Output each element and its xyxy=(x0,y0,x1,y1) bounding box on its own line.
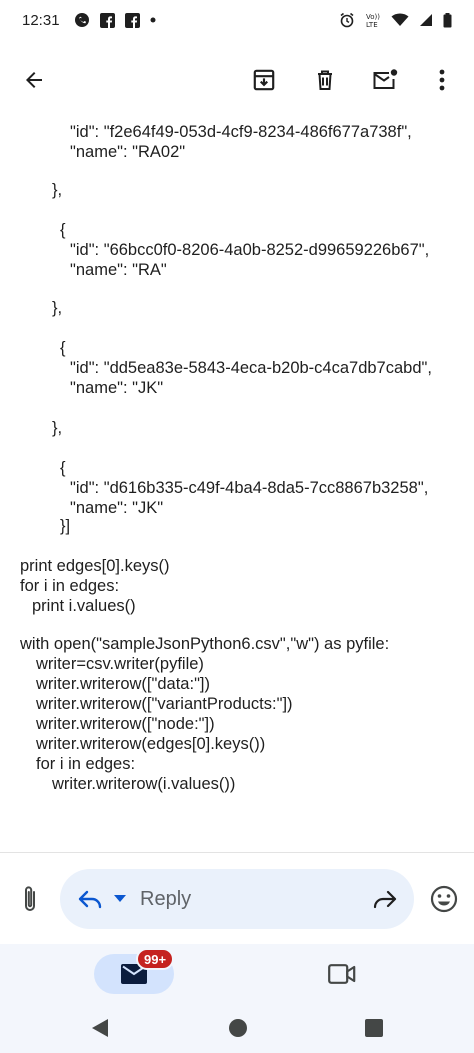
code-line: "name": "JK" xyxy=(70,379,164,397)
code-line: with open("sampleJsonPython6.csv","w") a… xyxy=(20,635,390,653)
facebook-icon xyxy=(99,12,115,28)
code-line: "id": "f2e64f49-053d-4cf9-8234-486f677a7… xyxy=(70,123,412,141)
code-line: "name": "RA" xyxy=(70,261,167,279)
code-line: "id": "66bcc0f0-8206-4a0b-8252-d99659226… xyxy=(70,241,430,259)
reply-options-button[interactable] xyxy=(112,887,128,911)
code-line: writer.writerow(edges[0].keys()) xyxy=(36,735,266,753)
smiley-icon xyxy=(430,885,458,913)
archive-button[interactable] xyxy=(242,58,286,102)
attach-button[interactable] xyxy=(14,879,46,919)
reply-icon xyxy=(78,890,102,909)
caret-down-icon xyxy=(114,895,126,902)
reply-label: Reply xyxy=(140,888,192,910)
system-home-button[interactable] xyxy=(226,1016,250,1040)
volte-icon: Vo)) LTE xyxy=(365,11,381,29)
status-right: Vo)) LTE xyxy=(339,11,452,29)
code-line: writer.writerow(["node:"]) xyxy=(36,715,215,733)
forward-icon xyxy=(373,890,397,909)
triangle-back-icon xyxy=(92,1019,108,1037)
code-line: }, xyxy=(52,419,63,437)
system-recents-button[interactable] xyxy=(362,1016,386,1040)
email-body: "id": "f2e64f49-053d-4cf9-8234-486f677a7… xyxy=(0,120,474,850)
code-line: print edges[0].keys() xyxy=(20,557,170,575)
archive-icon xyxy=(253,69,275,91)
code-line: "id": "dd5ea83e-5843-4eca-b20b-c4ca7db7c… xyxy=(70,359,432,377)
paperclip-icon xyxy=(25,886,35,911)
code-line: writer.writerow(["data:"]) xyxy=(36,675,210,693)
code-line: "name": "RA02" xyxy=(70,143,186,161)
code-line: for i in edges: xyxy=(36,755,136,773)
delete-button[interactable] xyxy=(303,58,347,102)
forward-button[interactable] xyxy=(370,885,400,913)
more-options-button[interactable] xyxy=(420,58,464,102)
code-line: }, xyxy=(52,181,63,199)
svg-text:Vo)): Vo)) xyxy=(366,13,380,21)
system-back-button[interactable] xyxy=(88,1016,112,1040)
code-line: "name": "JK" xyxy=(70,499,164,517)
back-button[interactable] xyxy=(12,58,56,102)
svg-text:LTE: LTE xyxy=(366,21,378,29)
more-vert-icon xyxy=(439,69,445,91)
videocam-icon xyxy=(328,964,356,984)
code-line: writer.writerow(i.values()) xyxy=(52,775,236,793)
bottom-nav: 99+ xyxy=(0,944,474,1004)
unread-badge: 99+ xyxy=(136,948,175,970)
code-line: }] xyxy=(60,517,71,535)
reply-field[interactable]: Reply xyxy=(60,869,414,929)
code-line: }, xyxy=(52,299,63,317)
status-left: 12:31 xyxy=(22,12,156,29)
signal-icon xyxy=(419,13,433,27)
facebook-icon-2 xyxy=(124,12,140,28)
wifi-icon xyxy=(391,13,409,27)
battery-icon xyxy=(443,12,452,28)
system-navigation xyxy=(0,1004,474,1053)
arrow-back-icon xyxy=(26,72,42,88)
notification-dot-icon xyxy=(150,17,156,23)
app-bar xyxy=(0,40,474,120)
circle-home-icon xyxy=(229,1019,247,1037)
mark-unread-button[interactable] xyxy=(363,58,407,102)
emoji-reaction-button[interactable] xyxy=(428,881,460,917)
code-line: print i.values() xyxy=(32,597,136,615)
code-line: writer.writerow(["variantProducts:"]) xyxy=(36,695,293,713)
whatsapp-icon xyxy=(74,12,90,28)
mark-unread-icon xyxy=(373,69,398,89)
code-line: { xyxy=(60,339,66,357)
code-line: for i in edges: xyxy=(20,577,120,595)
tab-meet[interactable] xyxy=(322,956,362,992)
code-line: writer=csv.writer(pyfile) xyxy=(36,655,204,673)
reply-bar: Reply xyxy=(0,852,474,944)
reply-button[interactable] xyxy=(76,885,104,913)
square-recents-icon xyxy=(365,1019,383,1037)
alarm-icon xyxy=(339,12,355,28)
trash-icon xyxy=(318,70,332,90)
status-time: 12:31 xyxy=(22,11,60,29)
code-line: { xyxy=(60,221,66,239)
status-bar: 12:31 Vo)) LTE xyxy=(0,0,474,40)
code-line: "id": "d616b335-c49f-4ba4-8da5-7cc8867b3… xyxy=(70,479,429,497)
code-line: { xyxy=(60,459,66,477)
